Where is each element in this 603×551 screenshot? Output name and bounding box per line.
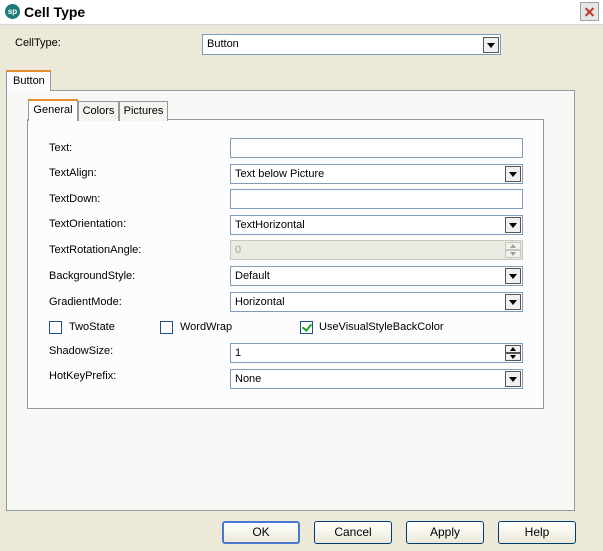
wordwrap-label: WordWrap	[180, 321, 233, 333]
tab-colors-label: Colors	[82, 105, 115, 117]
tab-colors[interactable]: Colors	[78, 101, 119, 121]
tab-general-label: General	[33, 104, 73, 116]
spinner-arrows-icon	[505, 242, 521, 258]
backgroundstyle-select[interactable]: Default	[230, 266, 523, 286]
usevisualstylebackcolor-checkbox[interactable]	[300, 321, 313, 334]
chevron-down-icon[interactable]	[505, 371, 521, 387]
tab-pictures[interactable]: Pictures	[119, 101, 168, 121]
hotkeyprefix-value: None	[235, 373, 262, 385]
help-button[interactable]: Help	[498, 521, 576, 544]
title-bar: sp Cell Type	[0, 0, 603, 25]
text-label: Text:	[49, 142, 73, 154]
chevron-down-icon[interactable]	[505, 294, 521, 310]
shadowsize-spinner[interactable]: 1	[230, 343, 523, 363]
textrotationangle-spinner: 0	[230, 240, 523, 260]
backgroundstyle-value: Default	[235, 270, 270, 282]
chevron-down-icon[interactable]	[483, 37, 499, 53]
textdown-label: TextDown:	[49, 193, 101, 205]
usevisualstylebackcolor-label: UseVisualStyleBackColor	[319, 321, 444, 333]
wordwrap-checkbox[interactable]	[160, 321, 173, 334]
window-title: Cell Type	[24, 4, 86, 20]
textorientation-select[interactable]: TextHorizontal	[230, 215, 523, 235]
text-input[interactable]	[230, 138, 523, 158]
tab-general[interactable]: General	[28, 99, 78, 121]
textorientation-value: TextHorizontal	[235, 219, 305, 231]
close-icon[interactable]	[580, 2, 599, 21]
celltype-select[interactable]: Button	[202, 34, 501, 55]
chevron-down-icon[interactable]	[505, 268, 521, 284]
textalign-value: Text below Picture	[235, 168, 325, 180]
textalign-label: TextAlign:	[49, 167, 97, 179]
tab-pictures-label: Pictures	[123, 105, 164, 117]
hotkeyprefix-select[interactable]: None	[230, 369, 523, 389]
gradientmode-label: GradientMode:	[49, 296, 122, 308]
gradientmode-value: Horizontal	[235, 296, 285, 308]
celltype-value: Button	[207, 38, 239, 50]
celltype-label: CellType:	[15, 37, 61, 49]
ok-button[interactable]: OK	[222, 521, 300, 544]
backgroundstyle-label: BackgroundStyle:	[49, 270, 136, 282]
shadowsize-value: 1	[235, 347, 242, 359]
textrotationangle-value: 0	[235, 244, 242, 256]
spinner-arrows-icon[interactable]	[505, 345, 521, 361]
general-tab-panel	[27, 119, 544, 409]
gradientmode-select[interactable]: Horizontal	[230, 292, 523, 312]
cancel-button[interactable]: Cancel	[314, 521, 392, 544]
chevron-down-icon[interactable]	[505, 166, 521, 182]
app-logo-icon: sp	[5, 4, 20, 19]
textrotationangle-label: TextRotationAngle:	[49, 244, 142, 256]
tab-button[interactable]: Button	[6, 70, 51, 91]
textdown-input[interactable]	[230, 189, 523, 209]
apply-button[interactable]: Apply	[406, 521, 484, 544]
textorientation-label: TextOrientation:	[49, 218, 127, 230]
textalign-select[interactable]: Text below Picture	[230, 164, 523, 184]
twostate-checkbox[interactable]	[49, 321, 62, 334]
hotkeyprefix-label: HotKeyPrefix:	[49, 370, 117, 382]
twostate-label: TwoState	[69, 321, 115, 333]
tab-button-label: Button	[13, 75, 45, 87]
chevron-down-icon[interactable]	[505, 217, 521, 233]
shadowsize-label: ShadowSize:	[49, 345, 114, 357]
